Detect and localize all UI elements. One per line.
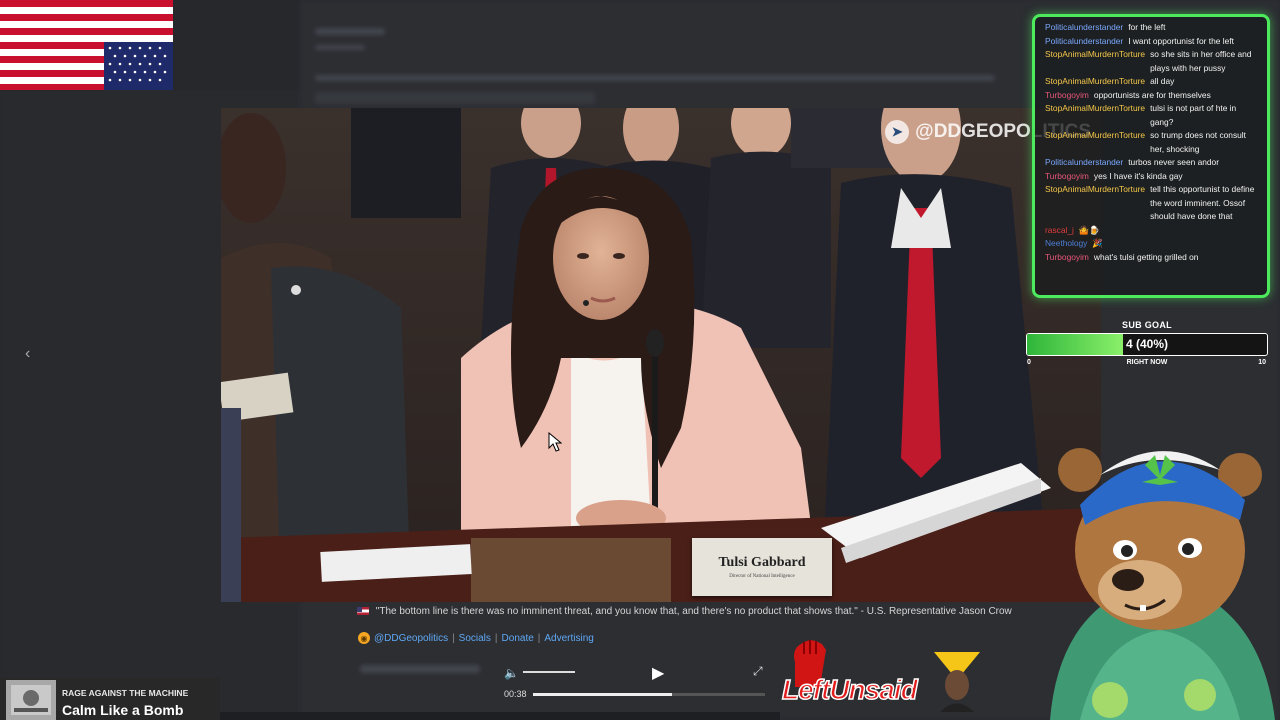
chat-username[interactable]: Turbogoyim [1045,89,1089,103]
sub-goal-max: 10 [1258,359,1266,366]
chat-message: Politicalunderstander I want opportunist … [1045,35,1261,49]
chat-username[interactable]: StopAnimalMurdernTorture [1045,75,1145,89]
chat-text: what's tulsi getting grilled on [1093,251,1199,262]
chat-message: StopAnimalMurdernTorture so trump does no… [1045,129,1261,156]
chat-username[interactable]: StopAnimalMurdernTorture [1045,48,1145,75]
chat-message: rascal_j 🤷🍺 [1045,224,1261,238]
chat-message: StopAnimalMurdernTorture so she sits in h… [1045,48,1261,75]
chat-text: for the left [1128,22,1166,32]
chat-message: Turbogoyim yes I have it's kinda gay [1045,170,1261,184]
now-playing-widget: RAGE AGAINST THE MACHINE Calm Like a Bom… [0,678,220,720]
chat-text: yes I have it's kinda gay [1093,170,1183,181]
chat-username[interactable]: StopAnimalMurdernTorture [1045,183,1145,224]
volume-icon[interactable]: 🔈 [504,666,519,680]
flag-icon [357,607,369,616]
mouse-cursor-icon [548,432,562,452]
progress-bar[interactable] [533,693,765,696]
nameplate-title: Director of National Intelligence [729,574,795,579]
quote-text: "The bottom line is there was no imminen… [375,606,1012,617]
chat-username[interactable]: Turbogoyim [1045,251,1089,265]
chat-message: StopAnimalMurdernTorture all day [1045,75,1261,89]
fullscreen-icon[interactable]: ⤢ [753,664,763,679]
chat-text: opportunists are for themselves [1093,89,1211,100]
chat-message: StopAnimalMurdernTorture tulsi is not par… [1045,102,1261,129]
sub-goal-widget: SUB GOAL 4 (40%) 0 RIGHT NOW 10 [1026,320,1268,370]
nameplate-name: Tulsi Gabbard [718,555,806,570]
chat-username[interactable]: Politicalunderstander [1045,156,1123,170]
chat-username[interactable]: Neethology [1045,237,1087,251]
back-arrow-icon[interactable]: ‹ [25,345,30,363]
chat-text: all day [1150,76,1175,86]
chat-username[interactable]: Politicalunderstander [1045,21,1123,35]
chat-text: so trump does not consult her, shocking [1150,130,1246,154]
album-art [6,680,56,720]
sub-goal-bar: 4 (40%) [1026,333,1268,356]
chat-username[interactable]: StopAnimalMurdernTorture [1045,129,1145,156]
chat-text: 🎉 [1092,238,1103,248]
now-playing-artist: RAGE AGAINST THE MACHINE [62,688,189,698]
chat-message: Politicalunderstander turbos never seen a… [1045,156,1261,170]
chat-text: 🤷🍺 [1078,224,1100,235]
play-button[interactable]: ▶ [652,663,664,683]
channel-icon: ◉ [358,632,370,644]
left-unsaid-logo: LeftUnsaid [772,630,987,720]
advertising-link[interactable]: Advertising [544,633,593,644]
chat-overlay: Politicalunderstander for the left Politic… [1032,14,1270,298]
logo-text: LeftUnsaid [781,673,918,706]
donate-link[interactable]: Donate [502,633,534,644]
player-controls: 🔈 ▶ ⤢ 00:38 [500,658,775,706]
hearing-scene [221,108,1101,602]
link-separator: | [537,632,541,644]
chat-text: so she sits in her office and plays with… [1150,49,1252,73]
nameplate: Tulsi Gabbard Director of National Intel… [692,538,832,596]
presenter-portrait [934,652,980,712]
chat-username[interactable]: StopAnimalMurdernTorture [1045,102,1145,129]
us-flag-icon [0,0,173,90]
taskbar [220,712,780,720]
handle-link[interactable]: @DDGeopolitics [374,633,448,644]
sub-goal-now: RIGHT NOW [1126,359,1168,366]
link-separator: | [452,632,455,644]
link-separator: | [494,632,498,644]
sub-goal-label: 4 (40%) [1125,337,1169,351]
socials-link[interactable]: Socials [459,633,491,644]
chat-message: Turbogoyim opportunists are for themselve… [1045,89,1261,103]
channel-links: ◉ @DDGeopolitics | Socials | Donate | Ad… [358,632,594,644]
telegram-icon: ➤ [885,120,910,144]
now-playing-song: Calm Like a Bomb [62,702,184,718]
chat-text: turbos never seen andor [1128,157,1220,167]
quote-caption: "The bottom line is there was no imminen… [357,606,1012,617]
volume-slider[interactable] [523,671,575,673]
chat-username[interactable]: rascal_j [1045,224,1074,238]
bear-mascot [1050,448,1275,720]
chat-message: Neethology 🎉 [1045,237,1261,251]
chat-username[interactable]: Politicalunderstander [1045,35,1123,49]
chat-message: Politicalunderstander for the left [1045,21,1261,35]
elapsed-time: 00:38 [504,689,527,699]
sub-goal-title: SUB GOAL [1122,320,1172,330]
chat-message: StopAnimalMurdernTorture tell this opport… [1045,183,1261,224]
chat-text: I want opportunist for the left [1128,35,1234,46]
video-player[interactable]: ➤ @DDGEOPOLITICS Tulsi Gabbard Director … [221,108,1101,602]
chat-message: Turbogoyim what's tulsi getting grilled o… [1045,251,1261,265]
progress-fill [533,693,673,696]
chat-username[interactable]: Turbogoyim [1045,170,1089,184]
chat-text: tell this opportunist to define the word… [1150,184,1255,221]
chat-text: tulsi is not part of hte in gang? [1150,103,1237,127]
